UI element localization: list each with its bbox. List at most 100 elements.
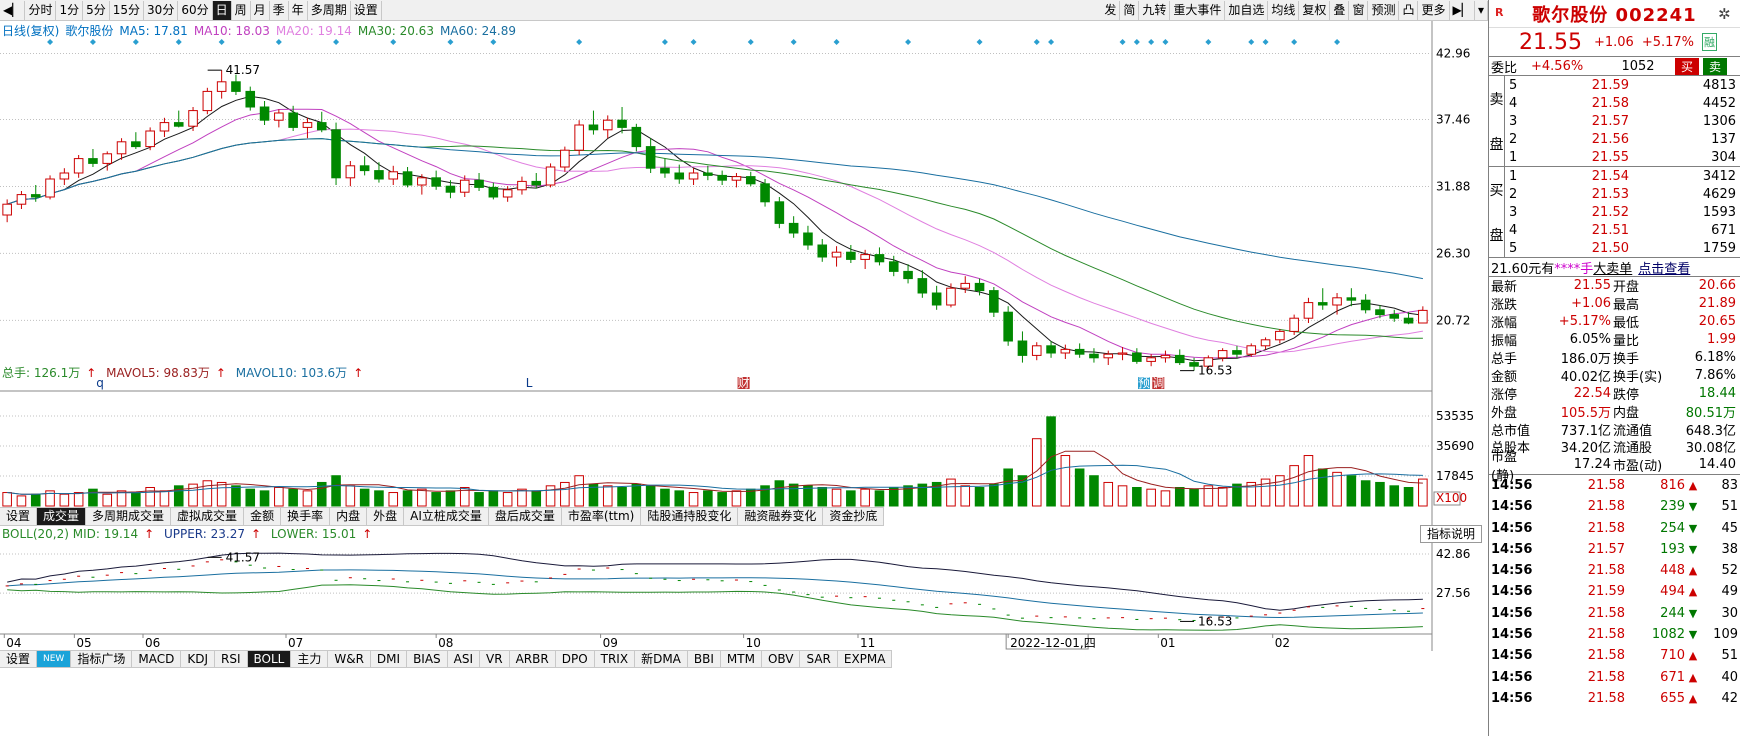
volume-bar[interactable]	[860, 488, 870, 507]
candle-body[interactable]	[989, 290, 999, 313]
volume-bar[interactable]	[1389, 485, 1400, 507]
candle-body[interactable]	[1232, 350, 1242, 355]
candle-body[interactable]	[288, 112, 298, 128]
candle-body[interactable]	[1160, 354, 1171, 359]
event-diamond-icon[interactable]	[976, 39, 983, 45]
period-tab[interactable]: 月	[251, 0, 270, 20]
volume-bar[interactable]	[431, 492, 441, 507]
candle-body[interactable]	[617, 119, 627, 128]
buy-button[interactable]: 买	[1675, 57, 1700, 75]
volume-bar[interactable]	[531, 490, 542, 507]
volume-bar[interactable]	[1303, 455, 1314, 507]
candle-body[interactable]	[803, 232, 813, 246]
volume-bar[interactable]	[331, 475, 341, 507]
candle-body[interactable]	[1132, 352, 1142, 362]
volume-bar[interactable]	[73, 492, 84, 507]
toolbar-tool[interactable]: 发	[1101, 0, 1121, 20]
toolbar-tool[interactable]: 简	[1120, 0, 1140, 20]
indicator-tab[interactable]: OBV	[762, 651, 801, 667]
event-diamond-icon[interactable]	[175, 39, 182, 45]
candle-body[interactable]	[45, 178, 55, 198]
candle-body[interactable]	[931, 292, 942, 306]
indicator-tab[interactable]: 新DMA	[635, 651, 688, 667]
toolbar-tool[interactable]: 预测	[1368, 0, 1400, 20]
candle-body[interactable]	[102, 153, 113, 164]
candle-body[interactable]	[517, 180, 527, 191]
volume-bar[interactable]	[674, 490, 685, 507]
candle-body[interactable]	[474, 179, 484, 188]
volume-bar[interactable]	[645, 485, 656, 507]
volume-bar[interactable]	[302, 490, 313, 507]
candle-body[interactable]	[488, 186, 499, 198]
volume-bar[interactable]	[1132, 486, 1142, 507]
candle-body[interactable]	[1217, 350, 1228, 359]
candle-body[interactable]	[1117, 352, 1128, 355]
volume-bar[interactable]	[1146, 488, 1156, 507]
candle-body[interactable]	[531, 180, 542, 186]
indicator-tab[interactable]: 设置	[0, 651, 38, 667]
period-tab[interactable]: 年	[289, 0, 308, 20]
candle-body[interactable]	[660, 167, 670, 174]
indicator-tab[interactable]: BOLL	[247, 651, 292, 667]
candle-body[interactable]	[1174, 354, 1185, 364]
candle-body[interactable]	[888, 261, 899, 272]
volume-bar[interactable]	[359, 488, 370, 507]
candle-body[interactable]	[88, 158, 98, 164]
candle-body[interactable]	[1146, 357, 1156, 362]
indicator-tab[interactable]: TRIX	[595, 651, 636, 667]
gear-icon[interactable]: ✲	[1718, 5, 1736, 23]
event-diamond-icon[interactable]	[1133, 39, 1140, 45]
event-diamond-icon[interactable]	[747, 39, 754, 45]
candle-body[interactable]	[159, 122, 170, 132]
volume-bar[interactable]	[989, 483, 999, 507]
volume-bar[interactable]	[388, 492, 399, 507]
candle-body[interactable]	[202, 90, 213, 112]
candle-body[interactable]	[316, 122, 327, 131]
event-diamond-icon[interactable]	[333, 39, 340, 45]
candle-body[interactable]	[960, 282, 971, 289]
event-diamond-icon[interactable]	[1248, 39, 1255, 45]
event-diamond-icon[interactable]	[661, 39, 668, 45]
volume-tab[interactable]: 市盈率(ttm)	[562, 508, 642, 525]
volume-tab[interactable]: AI立桩成交量	[404, 508, 489, 525]
candle-body[interactable]	[1389, 314, 1400, 319]
volume-tab[interactable]: 金额	[244, 508, 282, 525]
candle-body[interactable]	[1046, 345, 1056, 354]
candle-body[interactable]	[1017, 340, 1028, 356]
volume-bar[interactable]	[202, 480, 213, 507]
candle-body[interactable]	[30, 194, 41, 198]
candle-body[interactable]	[717, 174, 727, 181]
volume-bar[interactable]	[888, 486, 899, 507]
volume-bar[interactable]	[974, 486, 985, 507]
candle-body[interactable]	[946, 287, 956, 306]
volume-bar[interactable]	[1160, 490, 1171, 507]
volume-bar[interactable]	[374, 490, 384, 507]
toolbar-tool[interactable]: 叠	[1330, 0, 1350, 20]
volume-bar[interactable]	[245, 488, 256, 507]
candle-body[interactable]	[1074, 348, 1085, 355]
volume-bar[interactable]	[231, 485, 241, 507]
volume-bar[interactable]	[1360, 480, 1371, 507]
volume-bar[interactable]	[1003, 468, 1013, 507]
toolbar-tool[interactable]: 九转	[1139, 0, 1171, 20]
event-diamond-icon[interactable]	[1048, 39, 1055, 45]
toolbar-tool[interactable]: 窗	[1349, 0, 1369, 20]
volume-bar[interactable]	[216, 481, 227, 507]
asks-row[interactable]: 5 21.59 4813	[1489, 76, 1740, 94]
volume-bar[interactable]	[1046, 416, 1056, 507]
volume-bar[interactable]	[788, 483, 799, 507]
nav-right-icon[interactable]: ▶▏	[1450, 0, 1475, 20]
volume-bar[interactable]	[1375, 481, 1385, 507]
volume-bar[interactable]	[1117, 485, 1128, 507]
event-diamond-icon[interactable]	[1262, 39, 1269, 45]
candle-body[interactable]	[388, 171, 399, 180]
event-diamond-icon[interactable]	[1148, 39, 1155, 45]
volume-tab[interactable]: 陆股通持股变化	[641, 508, 739, 525]
volume-bar[interactable]	[617, 486, 627, 507]
event-diamond-icon[interactable]	[790, 39, 797, 45]
volume-bar[interactable]	[1346, 475, 1357, 507]
period-tab[interactable]: 分时	[25, 0, 57, 20]
volume-bar[interactable]	[2, 492, 12, 507]
bigorder-view-link[interactable]: 点击查看	[1638, 258, 1690, 277]
candle-body[interactable]	[774, 201, 785, 224]
